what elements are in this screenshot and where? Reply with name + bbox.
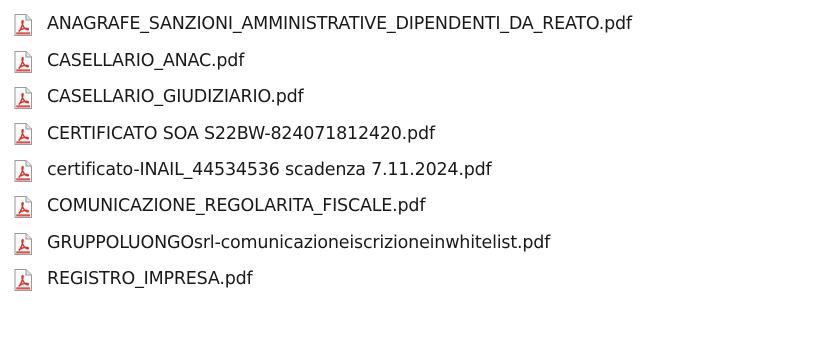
file-item[interactable]: certificato-INAIL_44534536 scadenza 7.11… xyxy=(0,153,823,189)
file-name: COMUNICAZIONE_REGOLARITA_FISCALE.pdf xyxy=(47,196,426,217)
pdf-file-icon xyxy=(12,268,34,292)
file-name: CASELLARIO_GIUDIZIARIO.pdf xyxy=(47,87,304,108)
pdf-file-icon xyxy=(12,232,34,256)
pdf-file-icon xyxy=(12,13,34,37)
file-name: REGISTRO_IMPRESA.pdf xyxy=(47,269,253,290)
pdf-file-icon xyxy=(12,50,34,74)
file-item[interactable]: CASELLARIO_GIUDIZIARIO.pdf xyxy=(0,80,823,116)
file-item[interactable]: REGISTRO_IMPRESA.pdf xyxy=(0,262,823,298)
pdf-file-icon xyxy=(12,122,34,146)
file-name: ANAGRAFE_SANZIONI_AMMINISTRATIVE_DIPENDE… xyxy=(47,14,632,35)
file-item[interactable]: ANAGRAFE_SANZIONI_AMMINISTRATIVE_DIPENDE… xyxy=(0,7,823,43)
file-name: GRUPPOLUONGOsrl-comunicazioneiscrizionei… xyxy=(47,232,551,253)
file-item[interactable]: COMUNICAZIONE_REGOLARITA_FISCALE.pdf xyxy=(0,189,823,225)
file-item[interactable]: GRUPPOLUONGOsrl-comunicazioneiscrizionei… xyxy=(0,225,823,261)
file-name: certificato-INAIL_44534536 scadenza 7.11… xyxy=(47,160,492,180)
pdf-file-icon xyxy=(12,195,34,219)
pdf-file-icon xyxy=(12,86,34,110)
file-list: ANAGRAFE_SANZIONI_AMMINISTRATIVE_DIPENDE… xyxy=(0,0,823,342)
file-item[interactable]: CERTIFICATO SOA S22BW-824071812420.pdf xyxy=(0,116,823,152)
file-item[interactable]: CASELLARIO_ANAC.pdf xyxy=(0,43,823,79)
pdf-file-icon xyxy=(12,159,34,183)
file-name: CERTIFICATO SOA S22BW-824071812420.pdf xyxy=(47,123,435,144)
file-name: CASELLARIO_ANAC.pdf xyxy=(47,50,245,71)
